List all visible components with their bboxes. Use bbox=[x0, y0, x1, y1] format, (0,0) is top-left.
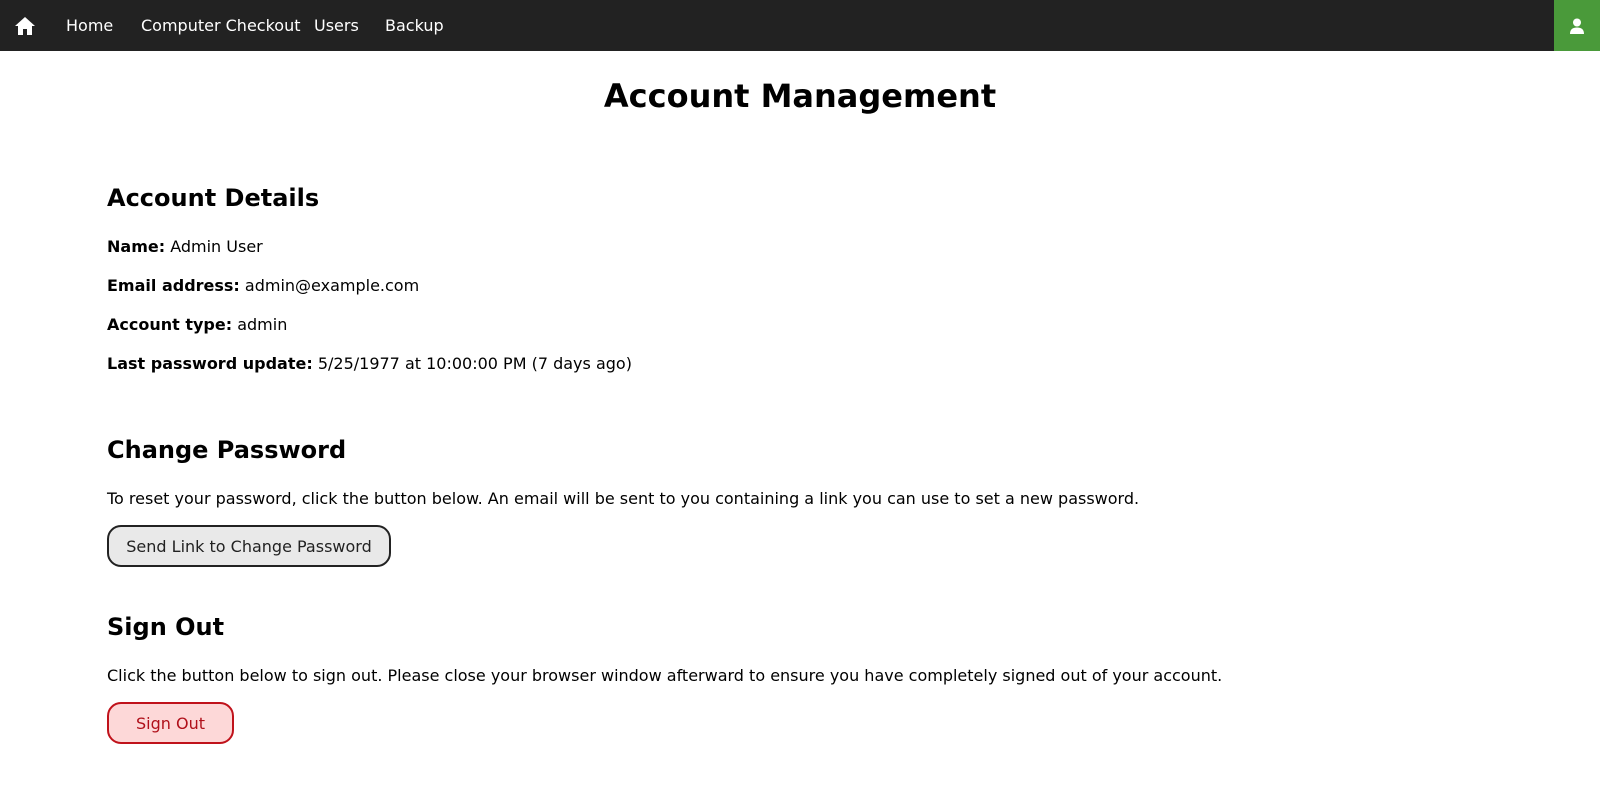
detail-name: Name: Admin User bbox=[107, 236, 263, 258]
send-change-password-link-button[interactable]: Send Link to Change Password bbox=[107, 525, 391, 567]
home-icon bbox=[15, 16, 35, 35]
nav-link-home[interactable]: Home bbox=[66, 0, 113, 51]
home-icon-button[interactable] bbox=[0, 0, 50, 51]
sign-out-button[interactable]: Sign Out bbox=[107, 702, 234, 744]
detail-email-value: admin@example.com bbox=[244, 276, 420, 295]
nav-link-users[interactable]: Users bbox=[314, 0, 359, 51]
sign-out-description: Click the button below to sign out. Plea… bbox=[107, 666, 1223, 685]
detail-account-type: Account type: admin bbox=[107, 314, 287, 336]
change-password-heading: Change Password bbox=[107, 436, 347, 464]
detail-name-label: Name: bbox=[107, 237, 166, 256]
detail-account-type-value: admin bbox=[237, 315, 288, 334]
account-details-heading: Account Details bbox=[107, 184, 320, 212]
account-button[interactable] bbox=[1554, 0, 1600, 51]
page-title: Account Management bbox=[603, 77, 997, 115]
nav-link-backup[interactable]: Backup bbox=[385, 0, 444, 51]
sign-out-heading: Sign Out bbox=[107, 613, 225, 641]
detail-last-password-update: Last password update: 5/25/1977 at 10:00… bbox=[107, 353, 632, 375]
detail-email-label: Email address: bbox=[107, 276, 240, 295]
detail-last-password-update-label: Last password update: bbox=[107, 354, 313, 373]
nav-link-computer-checkout[interactable]: Computer Checkout bbox=[141, 0, 300, 51]
detail-name-value: Admin User bbox=[170, 237, 263, 256]
change-password-description: To reset your password, click the button… bbox=[107, 489, 1140, 508]
user-icon bbox=[1570, 18, 1584, 34]
detail-last-password-update-value: 5/25/1977 at 10:00:00 PM (7 days ago) bbox=[317, 354, 632, 373]
detail-email: Email address: admin@example.com bbox=[107, 275, 419, 297]
detail-account-type-label: Account type: bbox=[107, 315, 233, 334]
top-navbar: Home Computer Checkout Users Backup bbox=[0, 0, 1600, 51]
